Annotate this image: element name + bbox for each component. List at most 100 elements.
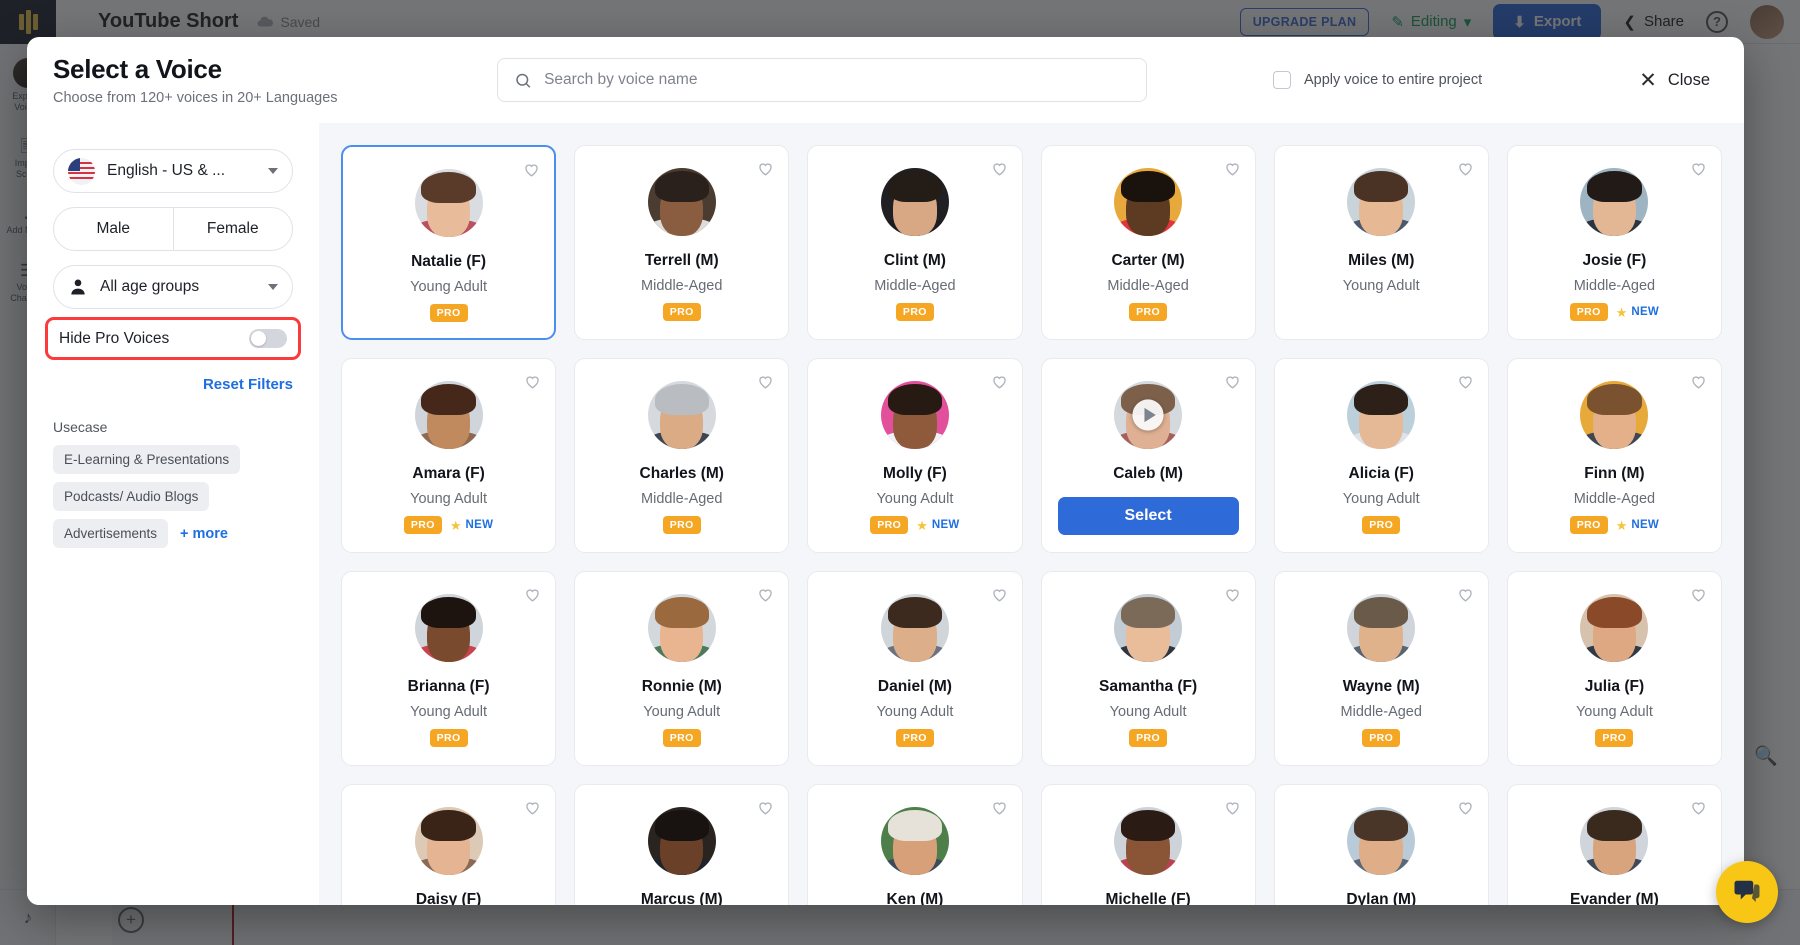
play-icon[interactable] bbox=[1114, 381, 1183, 449]
heart-icon[interactable] bbox=[990, 159, 1009, 178]
avatar[interactable] bbox=[1580, 594, 1649, 662]
avatar[interactable] bbox=[1580, 168, 1649, 236]
voice-card[interactable]: Terrell (M) Middle-Aged PRO bbox=[574, 145, 790, 340]
heart-icon[interactable] bbox=[1456, 159, 1475, 178]
usecase-tag[interactable]: E-Learning & Presentations bbox=[53, 445, 241, 474]
voice-card[interactable]: Amara (F) Young Adult PRO ★ NEW bbox=[341, 358, 557, 553]
voice-card[interactable]: Miles (M) Young Adult bbox=[1273, 145, 1489, 340]
avatar[interactable] bbox=[880, 594, 949, 662]
voice-card[interactable]: Marcus (M)Young AdultPRO bbox=[574, 784, 790, 905]
avatar[interactable] bbox=[1114, 381, 1183, 449]
heart-icon[interactable] bbox=[523, 585, 542, 604]
gender-female-button[interactable]: Female bbox=[174, 208, 293, 250]
avatar[interactable] bbox=[880, 168, 949, 236]
heart-icon[interactable] bbox=[990, 798, 1009, 817]
heart-icon[interactable] bbox=[1689, 585, 1708, 604]
voice-name: Wayne (M) bbox=[1342, 678, 1420, 695]
voice-card[interactable]: Daisy (F)Young AdultPRO bbox=[341, 784, 557, 905]
voice-card[interactable]: Carter (M) Middle-Aged PRO bbox=[1040, 145, 1256, 340]
voice-card[interactable]: Daniel (M) Young Adult PRO bbox=[807, 571, 1023, 766]
avatar[interactable] bbox=[1114, 807, 1183, 875]
heart-icon[interactable] bbox=[990, 585, 1009, 604]
chat-bubble-icon[interactable] bbox=[1716, 861, 1778, 923]
voice-card[interactable]: Brianna (F) Young Adult PRO bbox=[341, 571, 557, 766]
heart-icon[interactable] bbox=[756, 159, 775, 178]
hide-pro-voices-toggle[interactable] bbox=[249, 329, 287, 348]
apply-voice-checkbox[interactable] bbox=[1273, 71, 1291, 89]
heart-icon[interactable] bbox=[1223, 372, 1242, 391]
voice-name: Clint (M) bbox=[883, 252, 946, 269]
avatar[interactable] bbox=[647, 381, 716, 449]
usecase-tag[interactable]: Advertisements bbox=[53, 519, 169, 548]
usecase-more-link[interactable]: + more bbox=[180, 526, 228, 542]
gender-male-button[interactable]: Male bbox=[54, 208, 173, 250]
voice-card[interactable]: Molly (F) Young Adult PRO ★ NEW bbox=[807, 358, 1023, 553]
voice-grid-pane[interactable]: Natalie (F) Young Adult PRO Terrell (M) Midd… bbox=[319, 123, 1744, 905]
heart-icon[interactable] bbox=[1456, 372, 1475, 391]
voice-card[interactable]: Wayne (M) Middle-Aged PRO bbox=[1273, 571, 1489, 766]
voice-card[interactable]: Ronnie (M) Young Adult PRO bbox=[574, 571, 790, 766]
heart-icon[interactable] bbox=[1223, 585, 1242, 604]
voice-card[interactable]: Dylan (M)Middle-AgedPRO bbox=[1273, 784, 1489, 905]
heart-icon[interactable] bbox=[756, 372, 775, 391]
avatar[interactable] bbox=[1347, 381, 1416, 449]
avatar[interactable] bbox=[1580, 807, 1649, 875]
heart-icon[interactable] bbox=[1689, 159, 1708, 178]
voice-card[interactable]: Samantha (F) Young Adult PRO bbox=[1040, 571, 1256, 766]
pro-badge: PRO bbox=[1569, 516, 1608, 534]
search-input-wrapper[interactable] bbox=[497, 58, 1147, 102]
heart-icon[interactable] bbox=[1456, 585, 1475, 604]
pro-badge: PRO bbox=[895, 729, 934, 747]
heart-icon[interactable] bbox=[1223, 159, 1242, 178]
avatar[interactable] bbox=[880, 381, 949, 449]
heart-icon[interactable] bbox=[990, 372, 1009, 391]
heart-icon[interactable] bbox=[1456, 798, 1475, 817]
voice-card[interactable]: Evander (M)Middle-AgedPRO bbox=[1506, 784, 1722, 905]
select-voice-button[interactable]: Select bbox=[1057, 497, 1239, 535]
avatar[interactable] bbox=[647, 168, 716, 236]
heart-icon[interactable] bbox=[523, 372, 542, 391]
heart-icon[interactable] bbox=[756, 585, 775, 604]
avatar[interactable] bbox=[414, 169, 483, 237]
heart-icon[interactable] bbox=[523, 798, 542, 817]
avatar[interactable] bbox=[414, 594, 483, 662]
avatar[interactable] bbox=[414, 381, 483, 449]
voice-card[interactable]: Ken (M)Middle-AgedPRO bbox=[807, 784, 1023, 905]
voice-card[interactable]: Michelle (F)Young AdultPRO bbox=[1040, 784, 1256, 905]
language-dropdown[interactable]: English - US & ... bbox=[53, 149, 293, 193]
voice-card[interactable]: Clint (M) Middle-Aged PRO bbox=[807, 145, 1023, 340]
avatar[interactable] bbox=[1580, 381, 1649, 449]
chevron-down-icon bbox=[268, 168, 278, 174]
voice-name: Josie (F) bbox=[1582, 252, 1647, 269]
voice-card[interactable]: Alicia (F) Young Adult PRO bbox=[1273, 358, 1489, 553]
avatar[interactable] bbox=[1114, 594, 1183, 662]
heart-icon[interactable] bbox=[522, 160, 541, 179]
search-input[interactable] bbox=[544, 71, 1130, 89]
heart-icon[interactable] bbox=[756, 798, 775, 817]
heart-icon[interactable] bbox=[1689, 372, 1708, 391]
voice-name: Alicia (F) bbox=[1348, 465, 1414, 482]
voice-card[interactable]: Caleb (M) Select bbox=[1040, 358, 1256, 553]
voice-card[interactable]: Julia (F) Young Adult PRO bbox=[1506, 571, 1722, 766]
voice-card[interactable]: Charles (M) Middle-Aged PRO bbox=[574, 358, 790, 553]
voice-card[interactable]: Natalie (F) Young Adult PRO bbox=[341, 145, 557, 340]
avatar[interactable] bbox=[647, 807, 716, 875]
heart-icon[interactable] bbox=[1223, 798, 1242, 817]
voice-name: Samantha (F) bbox=[1098, 678, 1198, 695]
voice-card[interactable]: Josie (F) Middle-Aged PRO ★ NEW bbox=[1506, 145, 1722, 340]
reset-filters-link[interactable]: Reset Filters bbox=[53, 376, 293, 393]
avatar[interactable] bbox=[880, 807, 949, 875]
pro-badge: PRO bbox=[662, 729, 701, 747]
voice-card[interactable]: Finn (M) Middle-Aged PRO ★ NEW bbox=[1506, 358, 1722, 553]
avatar[interactable] bbox=[1347, 168, 1416, 236]
usecase-tag[interactable]: Podcasts/ Audio Blogs bbox=[53, 482, 210, 511]
heart-icon[interactable] bbox=[1689, 798, 1708, 817]
age-group-dropdown[interactable]: All age groups bbox=[53, 265, 293, 309]
avatar[interactable] bbox=[647, 594, 716, 662]
avatar[interactable] bbox=[1347, 594, 1416, 662]
avatar[interactable] bbox=[1347, 807, 1416, 875]
avatar[interactable] bbox=[414, 807, 483, 875]
avatar[interactable] bbox=[1114, 168, 1183, 236]
close-button[interactable]: ✕ Close bbox=[1639, 70, 1718, 91]
apply-voice-to-project-row[interactable]: Apply voice to entire project bbox=[1273, 71, 1482, 89]
